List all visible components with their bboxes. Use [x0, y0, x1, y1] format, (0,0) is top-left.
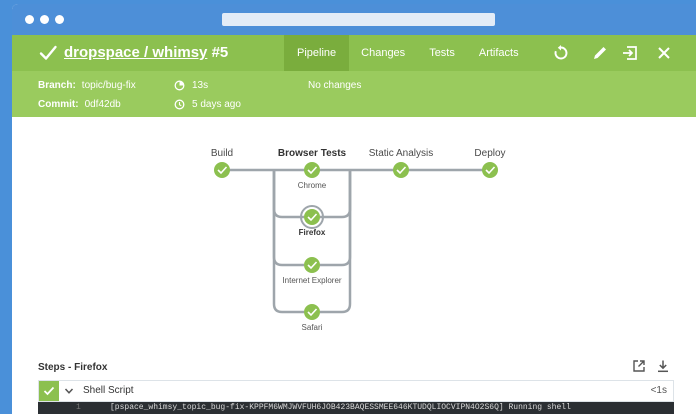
success-check-icon — [39, 45, 57, 60]
branch-internet-explorer-label: Internet Explorer — [282, 276, 342, 285]
step-row[interactable]: Shell Script <1s — [38, 380, 674, 402]
step-duration: <1s — [650, 385, 667, 396]
pipeline-connectors — [214, 162, 498, 320]
run-summary: Branch: topic/bug-fix Commit: 0df42db 13s … — [12, 71, 696, 117]
edit-pencil-icon[interactable] — [591, 44, 609, 62]
stage-static-analysis-node[interactable] — [393, 162, 409, 178]
open-external-icon[interactable] — [632, 359, 646, 373]
branch-firefox-node[interactable] — [304, 209, 320, 225]
rerun-icon[interactable] — [552, 44, 570, 62]
run-title: dropspace / whimsy #5 — [64, 44, 228, 61]
log-line-text: [pspace_whimsy_topic_bug-fix-KPPFM6WMJWV… — [110, 403, 571, 412]
duration-value: 13s — [192, 80, 209, 91]
close-icon[interactable] — [655, 44, 673, 62]
window-close-dot[interactable] — [25, 15, 34, 24]
run-header: dropspace / whimsy #5 Pipeline Changes T… — [12, 35, 696, 71]
window-maximize-dot[interactable] — [55, 15, 64, 24]
branch-value[interactable]: topic/bug-fix — [82, 80, 136, 91]
commit-info: Commit: 0df42db — [38, 99, 121, 110]
branch-chrome-label: Chrome — [297, 181, 327, 190]
download-icon[interactable] — [656, 359, 670, 373]
branch-safari-node[interactable] — [304, 304, 320, 320]
window-minimize-dot[interactable] — [40, 15, 49, 24]
steps-title: Steps - Firefox — [38, 362, 108, 373]
stage-nodes — [214, 162, 498, 320]
address-bar[interactable] — [222, 13, 495, 26]
log-line-number: 1 — [76, 403, 81, 412]
run-tabs: Pipeline Changes Tests Artifacts — [284, 35, 531, 71]
branch-internet-explorer-node[interactable] — [304, 257, 320, 273]
commit-label: Commit: — [38, 99, 79, 110]
stage-static-analysis-label: Static Analysis — [368, 148, 434, 159]
log-output: 1 [pspace_whimsy_topic_bug-fix-KPPFM6WMJ… — [38, 402, 674, 414]
time-ago: 5 days ago — [192, 99, 241, 110]
branch-firefox-label: Firefox — [298, 228, 326, 237]
chevron-down-icon[interactable] — [64, 386, 74, 396]
tab-artifacts[interactable]: Artifacts — [467, 35, 531, 71]
stage-build-label: Build — [210, 148, 234, 159]
stage-deploy-label: Deploy — [474, 148, 506, 159]
commit-value[interactable]: 0df42db — [85, 99, 121, 110]
pipeline-graph: Build Browser Tests Static Analysis Depl… — [12, 117, 696, 349]
tab-pipeline[interactable]: Pipeline — [284, 35, 350, 71]
browser-chrome — [12, 4, 696, 35]
clock-icon — [174, 99, 185, 110]
stage-deploy-node[interactable] — [482, 162, 498, 178]
branch-safari-label: Safari — [301, 323, 323, 332]
branch-chrome-node[interactable] — [304, 162, 320, 178]
stage-build-node[interactable] — [214, 162, 230, 178]
branch-label: Branch: — [38, 80, 76, 91]
step-name: Shell Script — [83, 385, 134, 396]
stage-browser-tests-label: Browser Tests — [277, 148, 347, 159]
duration-icon — [174, 80, 185, 91]
tab-tests[interactable]: Tests — [417, 35, 467, 71]
browser-window: dropspace / whimsy #5 Pipeline Changes T… — [12, 4, 696, 414]
tab-changes[interactable]: Changes — [349, 35, 417, 71]
open-classic-icon[interactable] — [621, 44, 639, 62]
repo-link[interactable]: dropspace / whimsy — [64, 44, 207, 61]
step-status-success — [39, 381, 59, 401]
changes-summary: No changes — [308, 80, 362, 91]
run-number: #5 — [211, 44, 229, 61]
branch-info: Branch: topic/bug-fix — [38, 80, 136, 91]
step-check-icon — [43, 386, 55, 396]
